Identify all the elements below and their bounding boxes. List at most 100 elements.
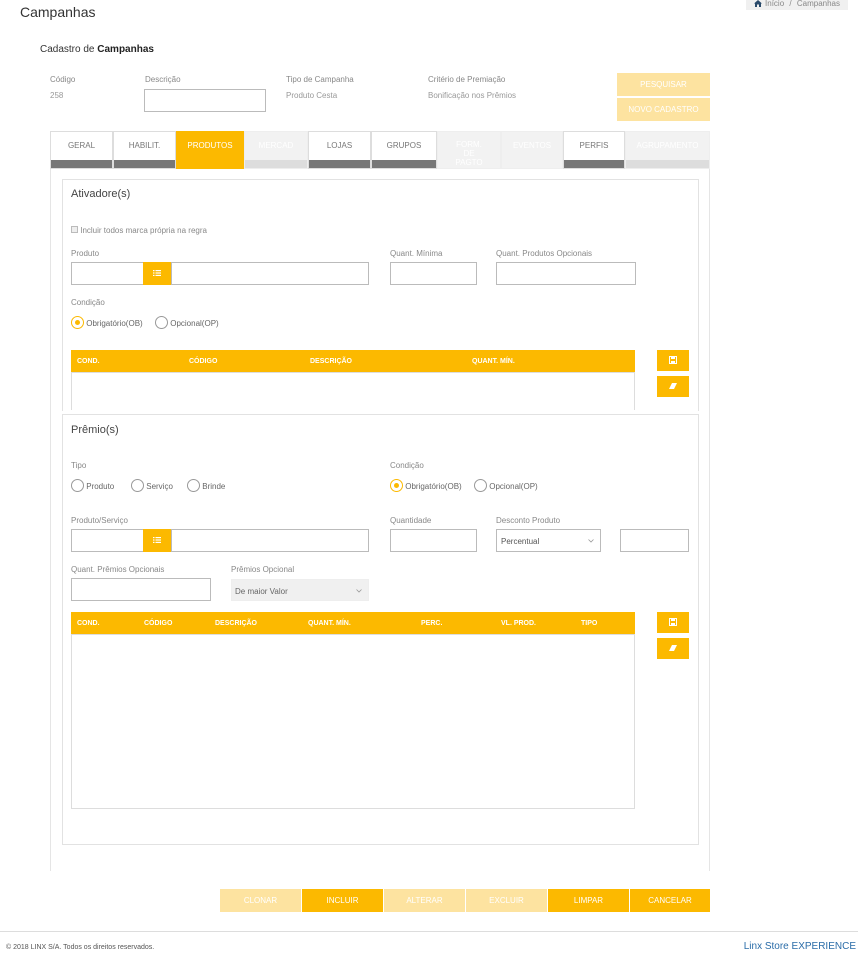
chevron-down-icon xyxy=(588,539,594,543)
col-descricao: DESCRIÇÃO xyxy=(215,620,258,627)
col-quant-min: QUANT. MÍN. xyxy=(308,620,351,627)
radio-tipo-servico[interactable]: Serviço xyxy=(131,479,173,494)
col-descricao: DESCRIÇÃO xyxy=(310,358,353,365)
tab-bar: GERAL HABILIT. PRODUTOS MERCAD LOJAS GRU… xyxy=(50,131,710,169)
list-icon xyxy=(153,537,161,543)
footer-brand: Linx Store EXPERIENCE xyxy=(744,941,856,952)
quant-produtos-opcionais-input[interactable] xyxy=(496,262,636,285)
save-icon xyxy=(669,618,677,626)
breadcrumb-home[interactable]: Início xyxy=(765,0,784,8)
alterar-button[interactable]: ALTERAR xyxy=(384,889,465,912)
produto-servico-label: Produto/Serviço xyxy=(71,516,128,525)
marca-propria-checkbox[interactable] xyxy=(71,226,78,233)
home-icon[interactable] xyxy=(754,0,763,7)
tipo-campanha-label: Tipo de Campanha xyxy=(286,75,354,84)
premios-table-header: COND. CÓDIGO DESCRIÇÃO QUANT. MÍN. PERC.… xyxy=(71,612,635,634)
tab-grupos[interactable]: GRUPOS xyxy=(371,131,437,169)
limpar-button[interactable]: LIMPAR xyxy=(548,889,629,912)
premios-table-body xyxy=(71,634,635,809)
tab-lojas[interactable]: LOJAS xyxy=(308,131,371,169)
produto-servico-description-input[interactable] xyxy=(171,529,369,552)
radio-button[interactable] xyxy=(474,479,487,492)
tab-form-pagto[interactable]: FORM. DE PAGTO xyxy=(437,131,501,169)
novo-cadastro-button[interactable]: NOVO CADASTRO xyxy=(617,98,710,121)
radio-opcional-premio[interactable]: Opcional(OP) xyxy=(474,479,538,494)
quantidade-input[interactable] xyxy=(390,529,477,552)
premio-eraser-button[interactable] xyxy=(657,638,689,659)
descricao-input[interactable] xyxy=(144,89,266,112)
breadcrumb: Início / Campanhas xyxy=(746,0,848,10)
produto-label: Produto xyxy=(71,249,100,258)
desconto-produto-select[interactable]: Percentual xyxy=(496,529,601,552)
radio-button[interactable] xyxy=(131,479,144,492)
tab-eventos[interactable]: EVENTOS xyxy=(501,131,563,169)
quant-minima-input[interactable] xyxy=(390,262,477,285)
produto-description-input[interactable] xyxy=(171,262,369,285)
tab-perfis[interactable]: PERFIS xyxy=(563,131,625,169)
codigo-label: Código xyxy=(50,75,76,84)
quantidade-label: Quantidade xyxy=(390,516,432,525)
chevron-down-icon xyxy=(356,589,362,593)
radio-button[interactable] xyxy=(71,479,84,492)
quant-produtos-opcionais-label: Quant. Produtos Opcionais xyxy=(496,249,593,258)
produto-search-button[interactable] xyxy=(143,262,171,285)
tab-mercad[interactable]: MERCAD xyxy=(244,131,308,169)
premios-opcional-select[interactable]: De maior Valor xyxy=(231,579,369,601)
desconto-valor-input[interactable] xyxy=(620,529,689,552)
quant-minima-label: Quant. Mínima xyxy=(390,249,443,258)
condicao-label: Condição xyxy=(71,298,105,307)
col-vl-prod: VL. PROD. xyxy=(501,620,537,627)
produto-servico-search-button[interactable] xyxy=(143,529,171,552)
breadcrumb-separator: / xyxy=(789,0,792,8)
tab-produtos[interactable]: PRODUTOS xyxy=(176,131,244,169)
tab-geral[interactable]: GERAL xyxy=(50,131,113,169)
excluir-button[interactable]: EXCLUIR xyxy=(466,889,547,912)
content-frame-left xyxy=(50,169,51,871)
content-frame-right xyxy=(709,169,710,871)
produto-servico-code-input[interactable] xyxy=(71,529,144,552)
brand-suffix: EXPERIENCE xyxy=(791,941,856,952)
radio-opcional-ativador[interactable]: Opcional(OP) xyxy=(155,316,219,331)
col-perc: PERC. xyxy=(421,620,443,627)
clonar-button[interactable]: CLONAR xyxy=(220,889,301,912)
list-icon xyxy=(153,270,161,276)
tab-agrupamento[interactable]: AGRUPAMENTO xyxy=(625,131,710,169)
marca-propria-checkbox-row[interactable]: Incluir todos marca própria na regra xyxy=(71,226,207,235)
radio-button[interactable] xyxy=(155,316,168,329)
col-codigo: CÓDIGO xyxy=(189,358,218,365)
footer-divider xyxy=(0,931,858,932)
premios-title: Prêmio(s) xyxy=(71,424,119,436)
col-tipo: TIPO xyxy=(581,620,598,627)
ativadores-title: Ativadore(s) xyxy=(71,188,131,200)
radio-button[interactable] xyxy=(187,479,200,492)
ativador-eraser-button[interactable] xyxy=(657,376,689,397)
criterio-value: Bonificação nos Prêmios xyxy=(428,91,517,100)
col-codigo: CÓDIGO xyxy=(144,620,173,627)
radio-tipo-produto[interactable]: Produto xyxy=(71,479,114,494)
desconto-produto-label: Desconto Produto xyxy=(496,516,561,525)
radio-button[interactable] xyxy=(390,479,403,492)
cancelar-button[interactable]: CANCELAR xyxy=(630,889,710,912)
breadcrumb-current: Campanhas xyxy=(796,0,840,8)
incluir-button[interactable]: INCLUIR xyxy=(302,889,383,912)
form-subtitle: Cadastro de Campanhas xyxy=(40,44,154,55)
col-cond: COND. xyxy=(77,620,100,627)
radio-obrigatorio-premio[interactable]: Obrigatório(OB) xyxy=(390,479,462,494)
quant-premios-opcionais-input[interactable] xyxy=(71,578,211,601)
ativador-save-button[interactable] xyxy=(657,350,689,371)
premio-save-button[interactable] xyxy=(657,612,689,633)
eraser-icon xyxy=(669,645,677,651)
premio-condicao-label: Condição xyxy=(390,461,424,470)
produto-code-input[interactable] xyxy=(71,262,144,285)
subtitle-prefix: Cadastro de xyxy=(40,44,95,55)
pesquisar-button[interactable]: PESQUISAR xyxy=(617,73,710,96)
radio-button[interactable] xyxy=(71,316,84,329)
premios-opcional-label: Prêmios Opcional xyxy=(231,565,295,574)
radio-tipo-brinde[interactable]: Brinde xyxy=(187,479,225,494)
radio-obrigatorio-ativador[interactable]: Obrigatório(OB) xyxy=(71,316,143,331)
subtitle-bold: Campanhas xyxy=(97,44,154,55)
codigo-value: 258 xyxy=(50,91,64,100)
tab-habilit[interactable]: HABILIT. xyxy=(113,131,176,169)
tipo-label: Tipo xyxy=(71,461,87,470)
save-icon xyxy=(669,356,677,364)
